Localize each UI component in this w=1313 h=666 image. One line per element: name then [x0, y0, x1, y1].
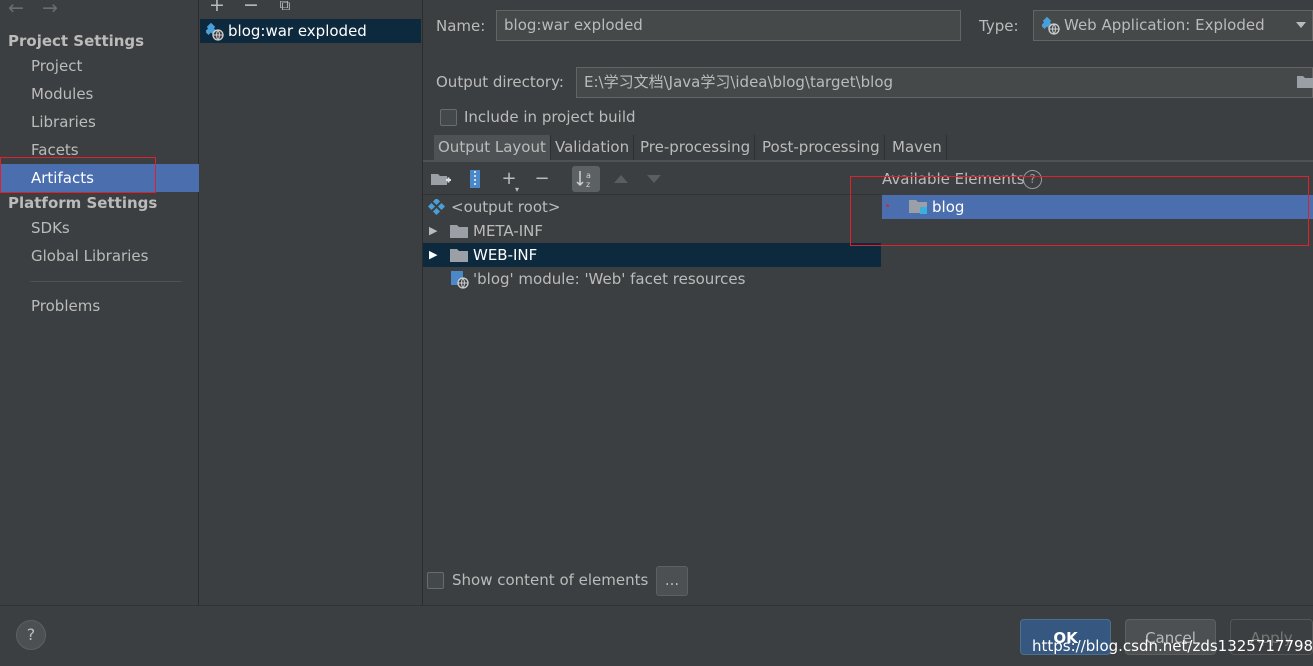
watermark-text: https://blog.csdn.net/zds13257177985 — [1032, 637, 1313, 655]
sidebar-divider — [30, 281, 182, 282]
folder-icon — [450, 224, 468, 238]
sidebar-item-project[interactable]: Project — [0, 52, 199, 80]
output-root-label: <output root> — [451, 198, 561, 216]
include-in-build-label: Include in project build — [464, 108, 636, 126]
chevron-down-icon — [1296, 22, 1306, 28]
tab-output-layout[interactable]: Output Layout — [434, 135, 551, 160]
add-dropdown-icon: ▾ — [515, 185, 520, 194]
tab-validation[interactable]: Validation — [551, 135, 635, 160]
sidebar-item-sdks[interactable]: SDKs — [0, 214, 199, 242]
name-label: Name: — [436, 17, 486, 35]
expand-arrow-icon[interactable]: ▶ — [429, 219, 437, 243]
tab-pre-processing[interactable]: Pre-processing — [636, 135, 756, 160]
forward-arrow-icon[interactable]: → — [42, 0, 58, 19]
help-button[interactable]: ? — [16, 620, 46, 650]
sidebar-item-global-libraries[interactable]: Global Libraries — [0, 242, 199, 270]
artifact-item-blog-war-exploded[interactable]: blog:war exploded — [200, 19, 421, 43]
move-down-icon[interactable] — [643, 168, 665, 190]
back-arrow-icon[interactable]: ← — [8, 0, 24, 19]
output-directory-label: Output directory: — [436, 73, 564, 91]
move-up-icon[interactable] — [610, 168, 632, 190]
remove-artifact-button[interactable]: − — [241, 0, 261, 16]
folder-icon — [450, 248, 468, 262]
web-app-icon — [1042, 17, 1060, 35]
web-facet-resources-label: 'blog' module: 'Web' facet resources — [473, 270, 746, 288]
tree-row-web-facet-resources[interactable]: 'blog' module: 'Web' facet resources — [423, 267, 881, 291]
output-root-icon — [427, 199, 445, 215]
remove-element-button[interactable]: − — [531, 168, 553, 190]
sidebar-item-modules[interactable]: Modules — [0, 80, 199, 108]
tree-row-output-root[interactable]: <output root> — [423, 195, 881, 219]
svg-text:a: a — [586, 171, 591, 180]
expand-arrow-icon[interactable]: ▶ — [429, 243, 437, 267]
output-directory-input[interactable]: E:\学习文档\Java学习\idea\blog\target\blog — [576, 67, 1313, 98]
artifacts-highlight-box — [0, 157, 156, 193]
show-content-checkbox[interactable] — [427, 572, 444, 589]
create-archive-icon[interactable] — [464, 168, 486, 190]
artifact-name-input[interactable]: blog:war exploded — [496, 10, 961, 41]
show-content-more-button[interactable]: ... — [656, 566, 688, 596]
available-elements-highlight-box — [850, 176, 1309, 246]
create-directory-icon[interactable] — [430, 168, 452, 190]
tabs-underline — [423, 160, 1313, 162]
sort-elements-icon[interactable]: az — [572, 166, 600, 192]
tree-row-web-inf[interactable]: ▶ WEB-INF — [423, 243, 881, 267]
project-settings-heading: Project Settings — [8, 32, 145, 50]
folder-browse-icon[interactable] — [1297, 74, 1313, 88]
artifact-list-panel: + − ⧉ blog:war exploded — [200, 0, 423, 605]
tree-row-meta-inf[interactable]: ▶ META-INF — [423, 219, 881, 243]
show-content-label: Show content of elements — [452, 571, 649, 589]
sidebar-item-libraries[interactable]: Libraries — [0, 108, 199, 136]
artifact-item-label: blog:war exploded — [228, 22, 367, 40]
type-select-value: Web Application: Exploded — [1064, 16, 1265, 34]
add-artifact-button[interactable]: + — [207, 0, 227, 16]
copy-artifact-button[interactable]: ⧉ — [275, 0, 295, 16]
meta-inf-label: META-INF — [473, 222, 544, 240]
dialog-footer — [0, 605, 1313, 666]
web-facet-icon — [451, 271, 469, 289]
include-in-build-checkbox[interactable] — [440, 109, 457, 126]
sidebar-item-problems[interactable]: Problems — [0, 292, 199, 320]
web-artifact-icon — [206, 23, 224, 41]
tab-post-processing[interactable]: Post-processing — [758, 135, 885, 160]
svg-text:z: z — [586, 180, 590, 189]
type-label: Type: — [979, 17, 1019, 35]
platform-settings-heading: Platform Settings — [8, 194, 158, 212]
tab-maven[interactable]: Maven — [888, 135, 947, 160]
web-inf-label: WEB-INF — [473, 246, 538, 264]
settings-sidebar: ← → Project Settings Project Modules Lib… — [0, 0, 199, 605]
artifact-type-select[interactable]: Web Application: Exploded — [1033, 10, 1313, 41]
